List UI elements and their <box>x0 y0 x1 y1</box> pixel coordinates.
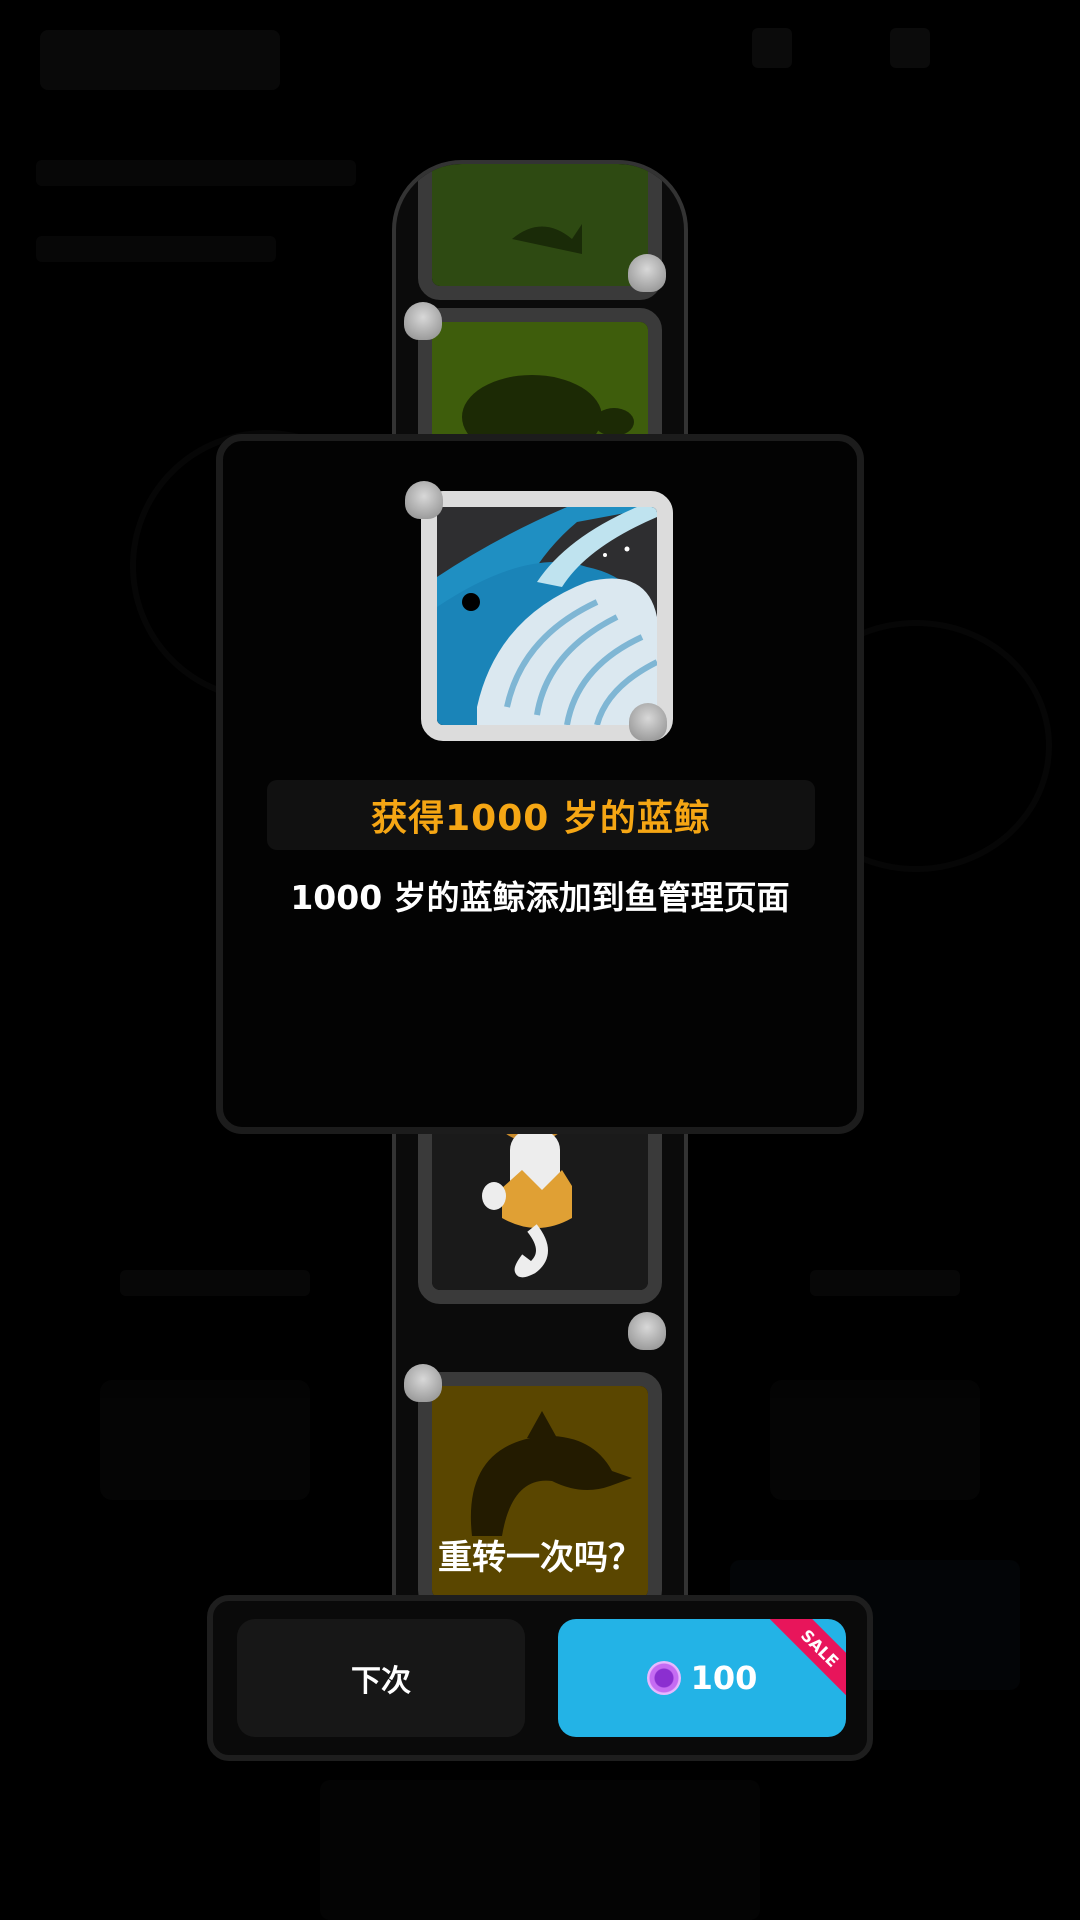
sale-badge-label: SALE <box>797 1625 843 1671</box>
slot-cell <box>418 164 662 300</box>
action-bar: 下次 100 SALE <box>207 1595 873 1761</box>
shell-icon <box>404 302 442 340</box>
reward-icon-frame <box>421 491 673 741</box>
reward-description: 1000 岁的蓝鲸添加到鱼管理页面 <box>290 878 790 917</box>
respin-question: 重转一次吗？ <box>438 1538 642 1578</box>
background-block <box>320 1780 760 1920</box>
background-text <box>810 1270 960 1296</box>
background-text <box>120 1270 310 1296</box>
reward-title: 获得1000 岁的蓝鲸 <box>371 798 711 839</box>
background-text <box>36 236 276 262</box>
background-title <box>40 30 280 90</box>
next-time-label: 下次 <box>351 1664 411 1699</box>
shell-icon <box>404 1364 442 1402</box>
background-currency-icon <box>752 28 792 68</box>
shell-icon <box>405 481 443 519</box>
reward-title-bar: 获得1000 岁的蓝鲸 <box>267 780 815 850</box>
respin-button[interactable]: 100 SALE <box>558 1619 846 1737</box>
shell-icon <box>628 1312 666 1350</box>
shell-icon <box>628 254 666 292</box>
shell-icon <box>629 703 667 741</box>
background-currency-icon <box>890 28 930 68</box>
next-time-button[interactable]: 下次 <box>237 1619 525 1737</box>
game-screen: 获得1000 岁的蓝鲸 1000 岁的蓝鲸添加到鱼管理页面 重转一次吗？ 下次 … <box>0 0 1080 1920</box>
background-text <box>36 160 356 186</box>
background-card <box>770 1380 980 1500</box>
green-fish-icon <box>432 164 648 286</box>
reward-modal: 获得1000 岁的蓝鲸 1000 岁的蓝鲸添加到鱼管理页面 <box>216 434 864 1134</box>
sale-badge: SALE <box>766 1619 846 1702</box>
respin-cost: 100 <box>690 1659 758 1697</box>
blue-whale-icon <box>437 507 657 725</box>
purple-pearl-icon <box>646 1661 681 1695</box>
background-card <box>100 1380 310 1500</box>
